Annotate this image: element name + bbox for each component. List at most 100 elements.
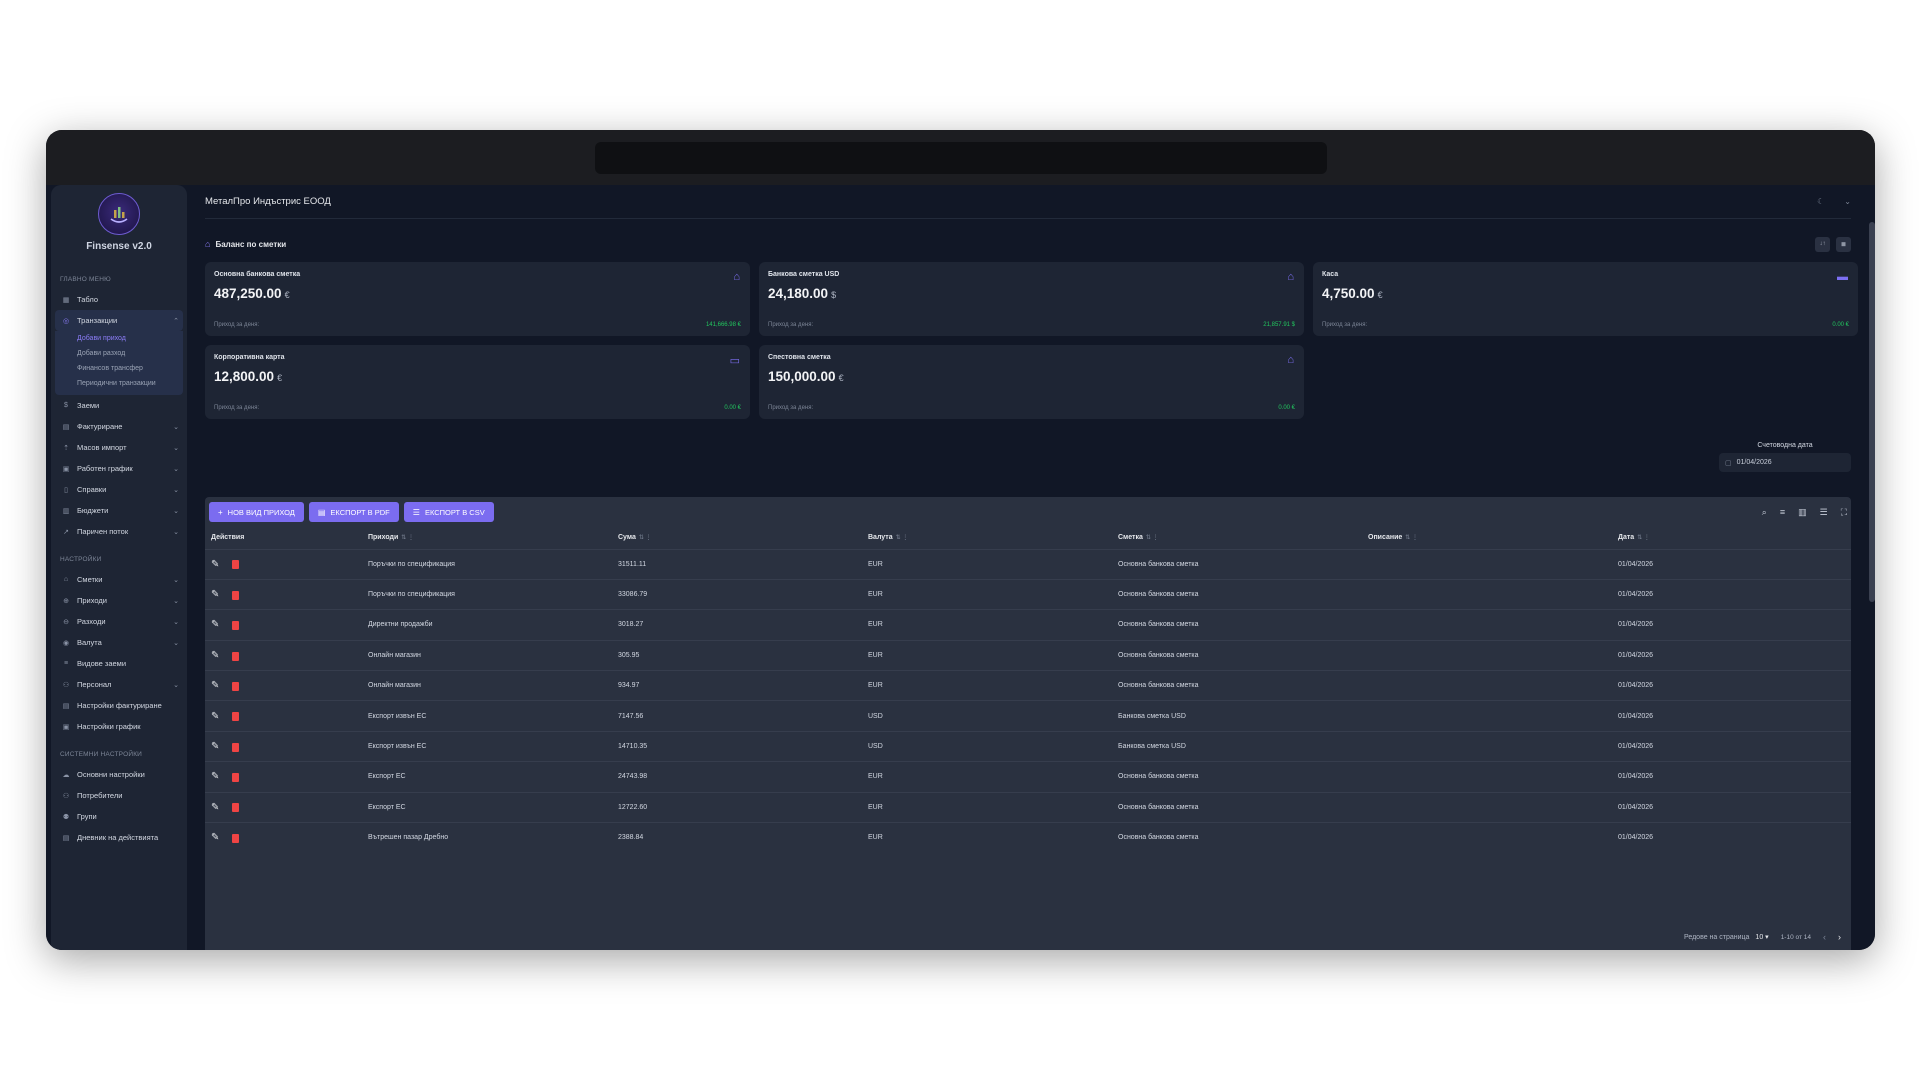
export-pdf-button[interactable]: ▤ ЕКСПОРТ В PDF	[308, 502, 399, 522]
column-header-description[interactable]: Описание ⇅ ⋮	[1362, 527, 1612, 549]
sort-view-button[interactable]: ↓↑	[1815, 236, 1830, 252]
sidebar-item-loans[interactable]: $ Заеми	[51, 395, 187, 416]
sidebar-item-staff[interactable]: ⚇ Персонал ⌄	[51, 674, 187, 695]
section-settings-title: НАСТРОЙКИ	[60, 556, 102, 563]
subnav-recurring-transactions[interactable]: Периодични транзакции	[77, 376, 183, 391]
sidebar-item-incomes[interactable]: ⊕ Приходи ⌄	[51, 590, 187, 611]
edit-icon[interactable]: ✎	[211, 741, 219, 752]
delete-icon[interactable]	[232, 773, 240, 783]
subnav-add-expense[interactable]: Добави разход	[77, 346, 183, 361]
sort-icon[interactable]: ⇅ ⋮	[896, 535, 909, 541]
sidebar-item-general-settings[interactable]: ☁ Основни настройки	[51, 764, 187, 785]
sort-icon[interactable]: ⇅ ⋮	[1146, 535, 1159, 541]
edit-icon[interactable]: ✎	[211, 711, 219, 722]
table-header-row: Действия Приходи ⇅ ⋮ Сума ⇅ ⋮ Валута ⇅ ⋮ См…	[205, 527, 1851, 549]
delete-icon[interactable]	[232, 560, 240, 570]
table-cell-description	[1362, 609, 1612, 641]
delete-icon[interactable]	[232, 742, 240, 752]
list-view-button[interactable]: ≣	[1836, 236, 1851, 252]
edit-icon[interactable]: ✎	[211, 680, 219, 691]
edit-icon[interactable]: ✎	[211, 619, 219, 630]
subnav-add-income[interactable]: Добави приход	[77, 331, 183, 346]
subnav-financial-transfer[interactable]: Финансов трансфер	[77, 361, 183, 376]
sidebar-item-budgets[interactable]: ▥ Бюджети ⌄	[51, 500, 187, 521]
edit-icon[interactable]: ✎	[211, 771, 219, 782]
sidebar-item-schedule-settings[interactable]: ▣ Настройки график	[51, 716, 187, 737]
delete-icon[interactable]	[232, 712, 240, 722]
sidebar-item-expenses[interactable]: ⊖ Разходи ⌄	[51, 611, 187, 632]
edit-icon[interactable]: ✎	[211, 650, 219, 661]
table-row[interactable]: ✎ Поръчки по спецификация 31511.11 EUR Основ…	[205, 548, 1851, 580]
filter-icon[interactable]: ≡	[1780, 507, 1785, 517]
sidebar-item-reports[interactable]: ▯ Справки ⌄	[51, 479, 187, 500]
bank-icon: ⌂	[1287, 271, 1294, 283]
delete-icon[interactable]	[232, 621, 240, 631]
table-row[interactable]: ✎ Вътрешен пазар Дребно 2388.84 EUR Основна …	[205, 822, 1851, 853]
edit-icon[interactable]: ✎	[211, 589, 219, 600]
delete-icon[interactable]	[232, 590, 240, 600]
column-header-date[interactable]: Дата ⇅ ⋮	[1612, 527, 1851, 549]
table-row[interactable]: ✎ Директни продажби 3018.27 EUR Основна банк…	[205, 609, 1851, 641]
prev-page-icon[interactable]: ‹	[1823, 932, 1826, 942]
sidebar-item-cash-flow[interactable]: ↗ Паричен поток ⌄	[51, 521, 187, 542]
table-row[interactable]: ✎ Поръчки по спецификация 33086.79 EUR Основ…	[205, 578, 1851, 610]
sidebar-item-users[interactable]: ⚇ Потребители	[51, 785, 187, 806]
address-bar[interactable]	[594, 141, 1327, 174]
accounting-date-input[interactable]: ▢ 01/04/2026	[1719, 453, 1851, 472]
table-cell-currency: USD	[862, 700, 1112, 732]
delete-icon[interactable]	[232, 651, 240, 661]
column-header-income[interactable]: Приходи ⇅ ⋮	[362, 527, 612, 549]
sort-icon[interactable]: ⇅ ⋮	[401, 535, 414, 541]
invoice-icon: ▤	[62, 423, 70, 431]
sidebar-item-invoicing[interactable]: ▤ Фактуриране ⌄	[51, 416, 187, 437]
sidebar-item-invoice-settings[interactable]: ▤ Настройки фактуриране	[51, 695, 187, 716]
next-page-icon[interactable]: ›	[1838, 932, 1841, 942]
density-icon[interactable]: ☰	[1820, 507, 1828, 518]
rows-per-page-select[interactable]: 10 ▾	[1755, 933, 1768, 941]
sort-icon[interactable]: ⇅ ⋮	[1405, 535, 1418, 541]
table-row[interactable]: ✎ Онлайн магазин 934.97 EUR Основна банкова …	[205, 670, 1851, 701]
sort-icon[interactable]: ⇅ ⋮	[1637, 535, 1650, 541]
account-card[interactable]: Основна банкова сметка ⌂ 487,250.00 € При…	[205, 262, 750, 336]
sidebar-item-currency[interactable]: ◉ Валута ⌄	[51, 632, 187, 653]
delete-icon[interactable]	[232, 834, 240, 844]
table-row[interactable]: ✎ Експорт ЕС 12722.60 EUR Основна банкова см…	[205, 791, 1851, 823]
sidebar-item-label: Дневник на действията	[77, 833, 159, 842]
scrollbar[interactable]	[1869, 222, 1875, 602]
account-card[interactable]: Корпоративна карта ▭ 12,800.00 € Приход з…	[205, 345, 750, 419]
sidebar-item-work-schedule[interactable]: ▣ Работен график ⌄	[51, 458, 187, 479]
column-header-account[interactable]: Сметка ⇅ ⋮	[1112, 527, 1362, 549]
columns-icon[interactable]: ▥	[1798, 507, 1807, 518]
account-card[interactable]: Спестовна сметка ⌂ 150,000.00 € Приход за…	[759, 345, 1304, 419]
column-header-amount[interactable]: Сума ⇅ ⋮	[612, 527, 862, 549]
table-row[interactable]: ✎ Онлайн магазин 305.95 EUR Основна банкова …	[205, 639, 1851, 671]
table-row[interactable]: ✎ Експорт извън ЕС 7147.56 USD Банкова сметк…	[205, 700, 1851, 732]
delete-icon[interactable]	[232, 803, 240, 813]
sidebar-item-loan-types[interactable]: ≡ Видове заеми	[51, 653, 187, 674]
table-cell-currency: EUR	[862, 609, 1112, 641]
fullscreen-icon[interactable]: ⛶	[1841, 507, 1847, 518]
delete-icon[interactable]	[232, 681, 240, 691]
export-csv-button[interactable]: ☰ ЕКСПОРТ В CSV	[403, 502, 494, 522]
theme-toggle-icon[interactable]: ☾	[1817, 197, 1824, 206]
table-cell-actions: ✎	[205, 548, 362, 580]
sidebar-item-activity-log[interactable]: ▤ Дневник на действията	[51, 827, 187, 848]
account-card[interactable]: Банкова сметка USD ⌂ 24,180.00 $ Приход з…	[759, 262, 1304, 336]
edit-icon[interactable]: ✎	[211, 559, 219, 570]
column-header-currency[interactable]: Валута ⇅ ⋮	[862, 527, 1112, 549]
account-card[interactable]: Каса ▬ 4,750.00 € Приход за деня: 0.00 €	[1313, 262, 1858, 336]
edit-icon[interactable]: ✎	[211, 832, 219, 843]
table-row[interactable]: ✎ Експорт ЕС 24743.98 EUR Основна банкова см…	[205, 761, 1851, 793]
table-row[interactable]: ✎ Експорт извън ЕС 14710.35 USD Банкова смет…	[205, 730, 1851, 762]
new-income-type-button[interactable]: + НОВ ВИД ПРИХОД	[209, 502, 304, 522]
search-icon[interactable]: ⌕	[1762, 507, 1767, 518]
sidebar-item-bulk-import[interactable]: ⇡ Масов импорт ⌄	[51, 437, 187, 458]
sort-icon[interactable]: ⇅ ⋮	[639, 535, 652, 541]
column-label: Сметка	[1118, 534, 1143, 542]
sidebar-item-accounts[interactable]: ⌂ Сметки ⌄	[51, 569, 187, 590]
sidebar-item-groups[interactable]: ⚉ Групи	[51, 806, 187, 827]
chevron-down-icon[interactable]: ⌄	[1844, 197, 1851, 206]
edit-icon[interactable]: ✎	[211, 802, 219, 813]
sidebar-item-transactions[interactable]: ◎ Транзакции ⌃	[55, 310, 183, 331]
sidebar-item-dashboard[interactable]: ▦ Табло	[51, 289, 187, 310]
